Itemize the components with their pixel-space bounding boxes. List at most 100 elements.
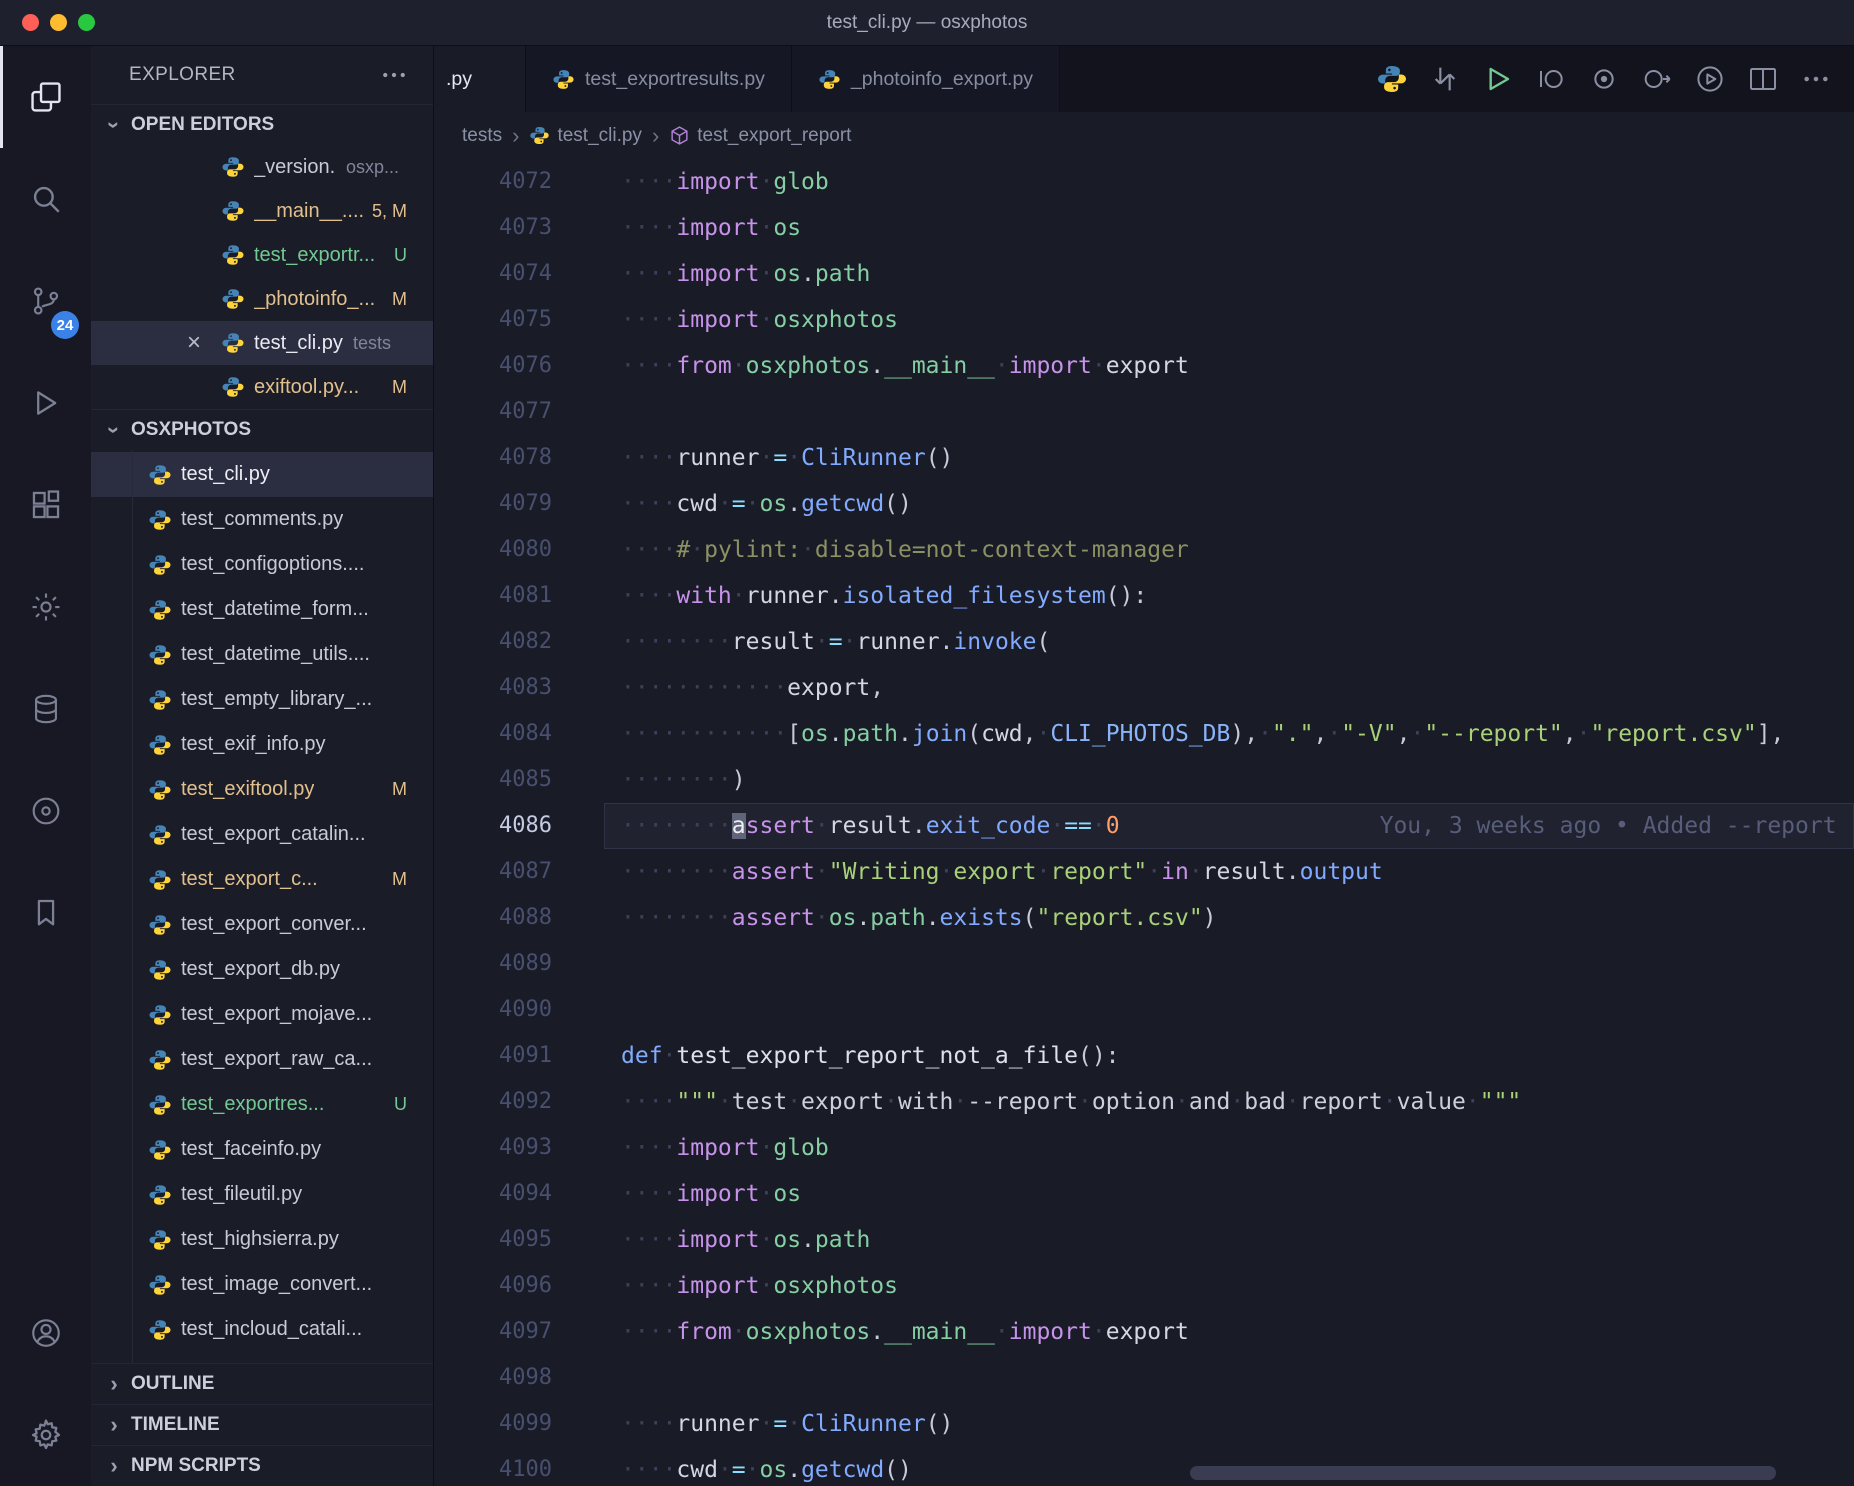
line-number[interactable]: 4077 [434,389,604,435]
file-item-test-exportres[interactable]: test_exportres...U [91,1082,433,1127]
flower-icon[interactable] [0,556,91,658]
code-line[interactable]: 4091def·test_export_report_not_a_file(): [434,1033,1854,1079]
file-item-test-incloud-catali[interactable]: test_incloud_catali... [91,1307,433,1352]
line-number[interactable]: 4072 [434,159,604,205]
file-item-test-empty-library[interactable]: test_empty_library_... [91,677,433,722]
line-number[interactable]: 4079 [434,481,604,527]
file-item-test-datetime-utils[interactable]: test_datetime_utils.... [91,632,433,677]
file-item-test-export-raw-ca[interactable]: test_export_raw_ca... [91,1037,433,1082]
minimize-window-button[interactable] [50,14,67,31]
open-editor-item-test-cli-py[interactable]: ×test_cli.pytests [91,321,433,365]
open-editor-item-test-exportr[interactable]: test_exportr...U [91,233,433,277]
maximize-window-button[interactable] [78,14,95,31]
file-item-test-datetime-form[interactable]: test_datetime_form... [91,587,433,632]
code-line[interactable]: 4072····import·glob [434,159,1854,205]
split-editor-icon[interactable] [1747,63,1779,95]
code-editor[interactable]: 4072····import·glob4073····import·os4074… [434,159,1854,1486]
code-line[interactable]: 4093····import·glob [434,1125,1854,1171]
open-editor-item-photoinfo[interactable]: _photoinfo_...M [91,277,433,321]
line-number[interactable]: 4088 [434,895,604,941]
line-number[interactable]: 4081 [434,573,604,619]
code-line[interactable]: 4082········result·=·runner.invoke( [434,619,1854,665]
code-line[interactable]: 4076····from·osxphotos.__main__·import·e… [434,343,1854,389]
file-item-test-export-db-py[interactable]: test_export_db.py [91,947,433,992]
code-line[interactable]: 4084············[os.path.join(cwd,·CLI_P… [434,711,1854,757]
code-line[interactable]: 4094····import·os [434,1171,1854,1217]
file-item-test-comments-py[interactable]: test_comments.py [91,497,433,542]
account-icon[interactable] [0,1282,91,1384]
explorer-icon[interactable] [0,46,91,148]
breadcrumb-item-test-cli-py[interactable]: test_cli.py [529,125,641,147]
tab-py[interactable]: .py [434,46,526,112]
file-item-test-export-c[interactable]: test_export_c...M [91,857,433,902]
file-item-test-export-catalin[interactable]: test_export_catalin... [91,812,433,857]
line-number[interactable]: 4098 [434,1355,604,1401]
code-line[interactable]: 4087········assert·"Writing·export·repor… [434,849,1854,895]
line-number[interactable]: 4085 [434,757,604,803]
file-item-test-image-convert[interactable]: test_image_convert... [91,1262,433,1307]
line-number[interactable]: 4092 [434,1079,604,1125]
debug-circle-icon[interactable] [1694,63,1726,95]
line-number[interactable]: 4078 [434,435,604,481]
sidebar-section-timeline[interactable]: ›TIMELINE [91,1404,433,1445]
code-line[interactable]: 4095····import·os.path [434,1217,1854,1263]
code-line[interactable]: 4090 [434,987,1854,1033]
file-item-test-cli-py[interactable]: test_cli.py [91,452,433,497]
open-editors-header[interactable]: › OPEN EDITORS [91,104,433,145]
compare-changes-icon[interactable] [1429,63,1461,95]
line-number[interactable]: 4097 [434,1309,604,1355]
code-line[interactable]: 4089 [434,941,1854,987]
database-icon[interactable] [0,658,91,760]
run-python-file-button[interactable] [1482,63,1514,95]
line-number[interactable]: 4094 [434,1171,604,1217]
code-line[interactable]: 4097····from·osxphotos.__main__·import·e… [434,1309,1854,1355]
line-number[interactable]: 4076 [434,343,604,389]
line-number[interactable]: 4093 [434,1125,604,1171]
file-item-test-highsierra-py[interactable]: test_highsierra.py [91,1217,433,1262]
file-item-test-faceinfo-py[interactable]: test_faceinfo.py [91,1127,433,1172]
close-window-button[interactable] [22,14,39,31]
open-editor-item-version-py[interactable]: _version.pyosxp... [91,145,433,189]
bookmark-icon[interactable] [0,862,91,964]
line-number[interactable]: 4099 [434,1401,604,1447]
line-number[interactable]: 4089 [434,941,604,987]
code-line[interactable]: 4096····import·osxphotos [434,1263,1854,1309]
line-number[interactable]: 4095 [434,1217,604,1263]
record-circle-icon[interactable] [1588,63,1620,95]
open-editor-item-exiftool-py[interactable]: exiftool.py...M [91,365,433,409]
code-line[interactable]: 4079····cwd·=·os.getcwd() [434,481,1854,527]
source-control-icon[interactable]: 24 [0,250,91,352]
line-number[interactable]: 4090 [434,987,604,1033]
file-item-test-export-conver[interactable]: test_export_conver... [91,902,433,947]
sidebar-section-outline[interactable]: ›OUTLINE [91,1363,433,1404]
settings-gear-icon[interactable] [0,1384,91,1486]
code-line[interactable]: 4081····with·runner.isolated_filesystem(… [434,573,1854,619]
more-actions-icon[interactable] [379,60,409,90]
tab-test-exportresults-py[interactable]: test_exportresults.py [526,46,792,112]
run-above-circle-icon[interactable] [1535,63,1567,95]
file-item-test-exiftool-py[interactable]: test_exiftool.pyM [91,767,433,812]
line-number[interactable]: 4075 [434,297,604,343]
code-line[interactable]: 4085········) [434,757,1854,803]
breadcrumb-item-tests[interactable]: tests [462,125,502,147]
code-line[interactable]: 4078····runner·=·CliRunner() [434,435,1854,481]
code-line[interactable]: 4073····import·os [434,205,1854,251]
sidebar-section-npm-scripts[interactable]: ›NPM SCRIPTS [91,1445,433,1486]
line-number[interactable]: 4091 [434,1033,604,1079]
more-actions-icon[interactable] [1800,63,1832,95]
file-item-test-fileutil-py[interactable]: test_fileutil.py [91,1172,433,1217]
folder-section-header[interactable]: › OSXPHOTOS [91,409,433,450]
file-item-test-configoptions[interactable]: test_configoptions.... [91,542,433,587]
code-line[interactable]: 4077 [434,389,1854,435]
breadcrumb-item-test-export-report[interactable]: test_export_report [669,125,851,147]
disc-icon[interactable] [0,760,91,862]
run-debug-icon[interactable] [0,352,91,454]
line-number[interactable]: 4087 [434,849,604,895]
run-below-circle-icon[interactable] [1641,63,1673,95]
code-line[interactable]: 4074····import·os.path [434,251,1854,297]
line-number[interactable]: 4082 [434,619,604,665]
line-number[interactable]: 4096 [434,1263,604,1309]
code-line[interactable]: 4086········assert·result.exit_code·==·0… [434,803,1854,849]
line-number[interactable]: 4073 [434,205,604,251]
line-number[interactable]: 4084 [434,711,604,757]
